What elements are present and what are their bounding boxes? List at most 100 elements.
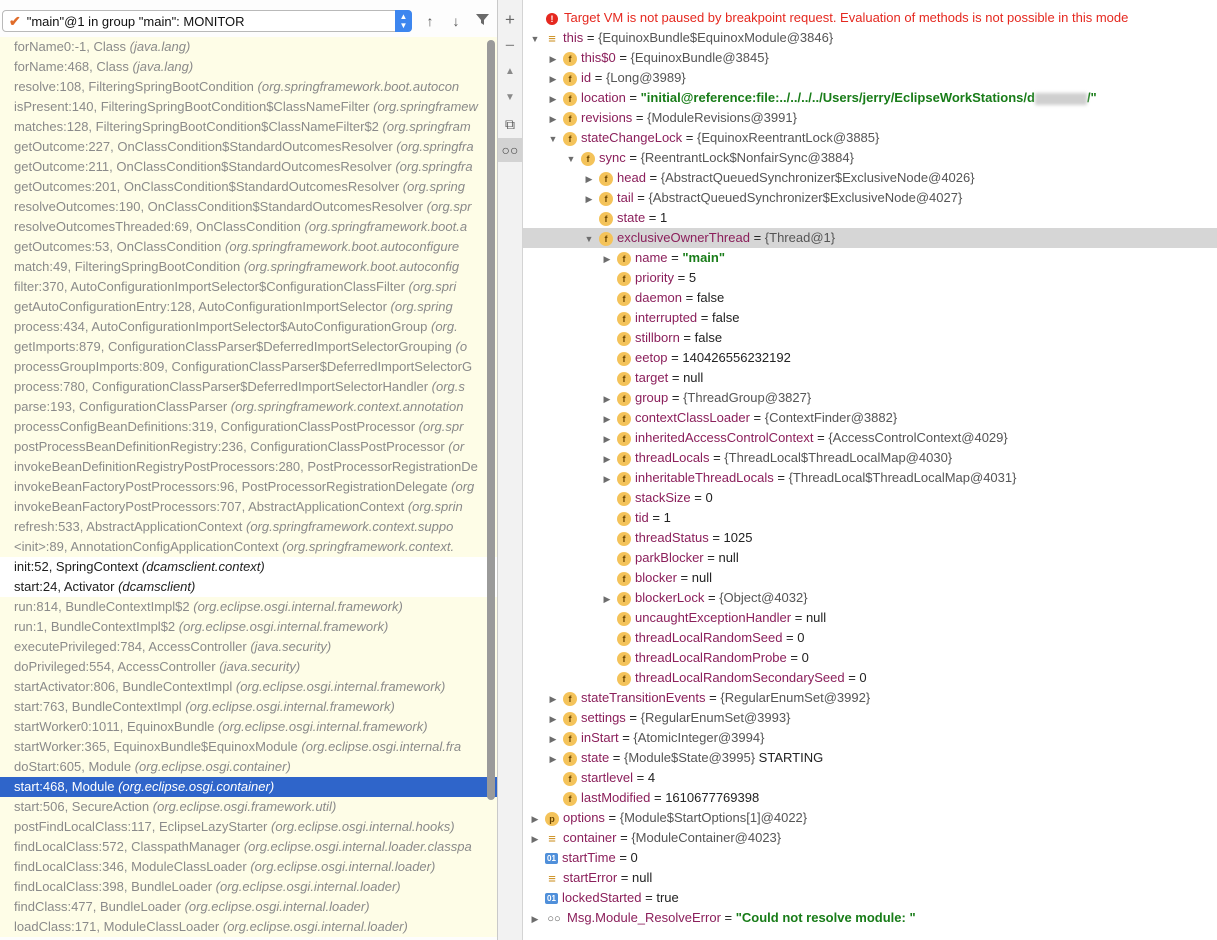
variable-row[interactable]: f interrupted = false	[523, 308, 1217, 328]
stack-frame-row[interactable]: startActivator:806, BundleContextImpl (o…	[0, 677, 497, 697]
variable-row[interactable]: f daemon = false	[523, 288, 1217, 308]
variable-row[interactable]: f parkBlocker = null	[523, 548, 1217, 568]
stack-frame-row[interactable]: process:780, ConfigurationClassParser$De…	[0, 377, 497, 397]
variable-row[interactable]: ▶ f blockerLock = {Object@4032}	[523, 588, 1217, 608]
thread-selector[interactable]: ✔ "main"@1 in group "main": MONITOR ▲ ▼	[2, 10, 412, 32]
variable-row[interactable]: ▶ f contextClassLoader = {ContextFinder@38…	[523, 408, 1217, 428]
stack-frame-row[interactable]: processGroupImports:809, ConfigurationCl…	[0, 357, 497, 377]
remove-watch-icon[interactable]: −	[498, 34, 522, 58]
variable-row[interactable]: ▶ f head = {AbstractQueuedSynchronizer$Exc…	[523, 168, 1217, 188]
collapsed-arrow-icon[interactable]: ▶	[601, 589, 613, 609]
variable-row[interactable]: f tid = 1	[523, 508, 1217, 528]
stack-frame-row[interactable]: isPresent:140, FilteringSpringBootCondit…	[0, 97, 497, 117]
stack-frame-row[interactable]: findLocalClass:398, BundleLoader (org.ec…	[0, 877, 497, 897]
variable-row[interactable]: ▶ p options = {Module$StartOptions[1]@4022…	[523, 808, 1217, 828]
variable-row[interactable]: f startlevel = 4	[523, 768, 1217, 788]
stack-frame-row[interactable]: startWorker:365, EquinoxBundle$EquinoxMo…	[0, 737, 497, 757]
stack-frame-row[interactable]: invokeBeanDefinitionRegistryPostProcesso…	[0, 457, 497, 477]
collapsed-arrow-icon[interactable]: ▶	[547, 729, 559, 749]
collapsed-arrow-icon[interactable]: ▶	[529, 809, 541, 829]
variable-row[interactable]: 01 lockedStarted = true	[523, 888, 1217, 908]
variable-row[interactable]: f threadLocalRandomSecondarySeed = 0	[523, 668, 1217, 688]
variable-row[interactable]: ▶ f this$0 = {EquinoxBundle@3845}	[523, 48, 1217, 68]
stack-frame-row[interactable]: start:468, Module (org.eclipse.osgi.cont…	[0, 777, 497, 797]
collapsed-arrow-icon[interactable]: ▶	[601, 449, 613, 469]
variable-row[interactable]: f state = 1	[523, 208, 1217, 228]
collapsed-arrow-icon[interactable]: ▶	[547, 89, 559, 109]
stack-frame-row[interactable]: invokeBeanFactoryPostProcessors:707, Abs…	[0, 497, 497, 517]
collapsed-arrow-icon[interactable]: ▶	[529, 909, 541, 929]
previous-frame-icon[interactable]: ↑	[419, 10, 441, 32]
variable-row[interactable]: f blocker = null	[523, 568, 1217, 588]
stack-frame-row[interactable]: matches:128, FilteringSpringBootConditio…	[0, 117, 497, 137]
variable-row[interactable]: ▶ f state = {Module$State@3995} STARTING	[523, 748, 1217, 768]
stack-frame-row[interactable]: findLocalClass:572, ClasspathManager (or…	[0, 837, 497, 857]
variable-row[interactable]: f stillborn = false	[523, 328, 1217, 348]
stack-frame-row[interactable]: processConfigBeanDefinitions:319, Config…	[0, 417, 497, 437]
stack-frame-row[interactable]: getOutcomes:201, OnClassCondition$Standa…	[0, 177, 497, 197]
variable-row[interactable]: 01 startTime = 0	[523, 848, 1217, 868]
stack-frame-row[interactable]: getImports:879, ConfigurationClassParser…	[0, 337, 497, 357]
variable-row[interactable]: ▶ f stateTransitionEvents = {RegularEnumSe…	[523, 688, 1217, 708]
expanded-arrow-icon[interactable]: ▼	[565, 149, 577, 169]
stack-frame-row[interactable]: doPrivileged:554, AccessController (java…	[0, 657, 497, 677]
stack-frame-row[interactable]: run:814, BundleContextImpl$2 (org.eclips…	[0, 597, 497, 617]
stack-frame-row[interactable]: resolveOutcomes:190, OnClassCondition$St…	[0, 197, 497, 217]
variable-row[interactable]: ▼ f exclusiveOwnerThread = {Thread@1}	[523, 228, 1217, 248]
stack-frame-row[interactable]: refresh:533, AbstractApplicationContext …	[0, 517, 497, 537]
stack-frame-row[interactable]: process:434, AutoConfigurationImportSele…	[0, 317, 497, 337]
variable-row[interactable]: ▶ f revisions = {ModuleRevisions@3991}	[523, 108, 1217, 128]
variable-row[interactable]: ▶ f threadLocals = {ThreadLocal$ThreadLoca…	[523, 448, 1217, 468]
collapsed-arrow-icon[interactable]: ▶	[529, 829, 541, 849]
variable-row[interactable]: f eetop = 140426556232192	[523, 348, 1217, 368]
stack-frame-row[interactable]: doStart:605, Module (org.eclipse.osgi.co…	[0, 757, 497, 777]
move-down-icon[interactable]: ▼	[498, 86, 522, 110]
stack-frame-row[interactable]: findLocalClass:346, ModuleClassLoader (o…	[0, 857, 497, 877]
expanded-arrow-icon[interactable]: ▼	[529, 29, 541, 49]
stack-frame-row[interactable]: getOutcome:227, OnClassCondition$Standar…	[0, 137, 497, 157]
stack-frame-row[interactable]: forName0:-1, Class (java.lang)	[0, 37, 497, 57]
add-watch-icon[interactable]: +	[498, 8, 522, 32]
collapsed-arrow-icon[interactable]: ▶	[601, 249, 613, 269]
stack-frame-row[interactable]: getOutcome:211, OnClassCondition$Standar…	[0, 157, 497, 177]
variable-row[interactable]: ▼ ≡ this = {EquinoxBundle$EquinoxModule@38…	[523, 28, 1217, 48]
variable-row[interactable]: ▶ ≡ container = {ModuleContainer@4023}	[523, 828, 1217, 848]
variable-row[interactable]: f threadStatus = 1025	[523, 528, 1217, 548]
collapsed-arrow-icon[interactable]: ▶	[547, 49, 559, 69]
variable-row[interactable]: ▶ f group = {ThreadGroup@3827}	[523, 388, 1217, 408]
variable-row[interactable]: ▶ f inStart = {AtomicInteger@3994}	[523, 728, 1217, 748]
variable-row[interactable]: ▶ f id = {Long@3989}	[523, 68, 1217, 88]
variable-row[interactable]: f target = null	[523, 368, 1217, 388]
stack-frame-row[interactable]: parse:193, ConfigurationClassParser (org…	[0, 397, 497, 417]
stack-frame-row[interactable]: getOutcomes:53, OnClassCondition (org.sp…	[0, 237, 497, 257]
collapsed-arrow-icon[interactable]: ▶	[547, 69, 559, 89]
stack-frame-row[interactable]: start:506, SecureAction (org.eclipse.osg…	[0, 797, 497, 817]
stack-frame-row[interactable]: filter:370, AutoConfigurationImportSelec…	[0, 277, 497, 297]
copy-icon[interactable]: ⧉	[498, 112, 522, 136]
stack-frame-row[interactable]: resolve:108, FilteringSpringBootConditio…	[0, 77, 497, 97]
expanded-arrow-icon[interactable]: ▼	[547, 129, 559, 149]
stack-frame-row[interactable]: match:49, FilteringSpringBootCondition (…	[0, 257, 497, 277]
stack-frame-row[interactable]: start:763, BundleContextImpl (org.eclips…	[0, 697, 497, 717]
collapsed-arrow-icon[interactable]: ▶	[601, 409, 613, 429]
variable-row[interactable]: f threadLocalRandomProbe = 0	[523, 648, 1217, 668]
collapsed-arrow-icon[interactable]: ▶	[547, 709, 559, 729]
move-up-icon[interactable]: ▲	[498, 60, 522, 84]
collapsed-arrow-icon[interactable]: ▶	[583, 169, 595, 189]
stack-frame-row[interactable]: postFindLocalClass:117, EclipseLazyStart…	[0, 817, 497, 837]
collapsed-arrow-icon[interactable]: ▶	[547, 109, 559, 129]
stack-frame-row[interactable]: forName:468, Class (java.lang)	[0, 57, 497, 77]
variable-row[interactable]: ▶ ○○ Msg.Module_ResolveError = "Could not …	[523, 908, 1217, 928]
variable-row[interactable]: ▶ f settings = {RegularEnumSet@3993}	[523, 708, 1217, 728]
variable-row[interactable]: ≡ startError = null	[523, 868, 1217, 888]
stack-frame-row[interactable]: getAutoConfigurationEntry:128, AutoConfi…	[0, 297, 497, 317]
collapsed-arrow-icon[interactable]: ▶	[547, 749, 559, 769]
variable-row[interactable]: f lastModified = 1610677769398	[523, 788, 1217, 808]
frames-scrollbar[interactable]	[487, 40, 495, 800]
stack-frame-row[interactable]: run:1, BundleContextImpl$2 (org.eclipse.…	[0, 617, 497, 637]
watches-glasses-icon[interactable]: ○○	[498, 138, 522, 162]
chevron-updown-icon[interactable]: ▲ ▼	[395, 10, 412, 32]
collapsed-arrow-icon[interactable]: ▶	[601, 469, 613, 489]
stack-frame-row[interactable]: <init>:89, AnnotationConfigApplicationCo…	[0, 537, 497, 557]
filter-icon[interactable]	[471, 10, 493, 32]
